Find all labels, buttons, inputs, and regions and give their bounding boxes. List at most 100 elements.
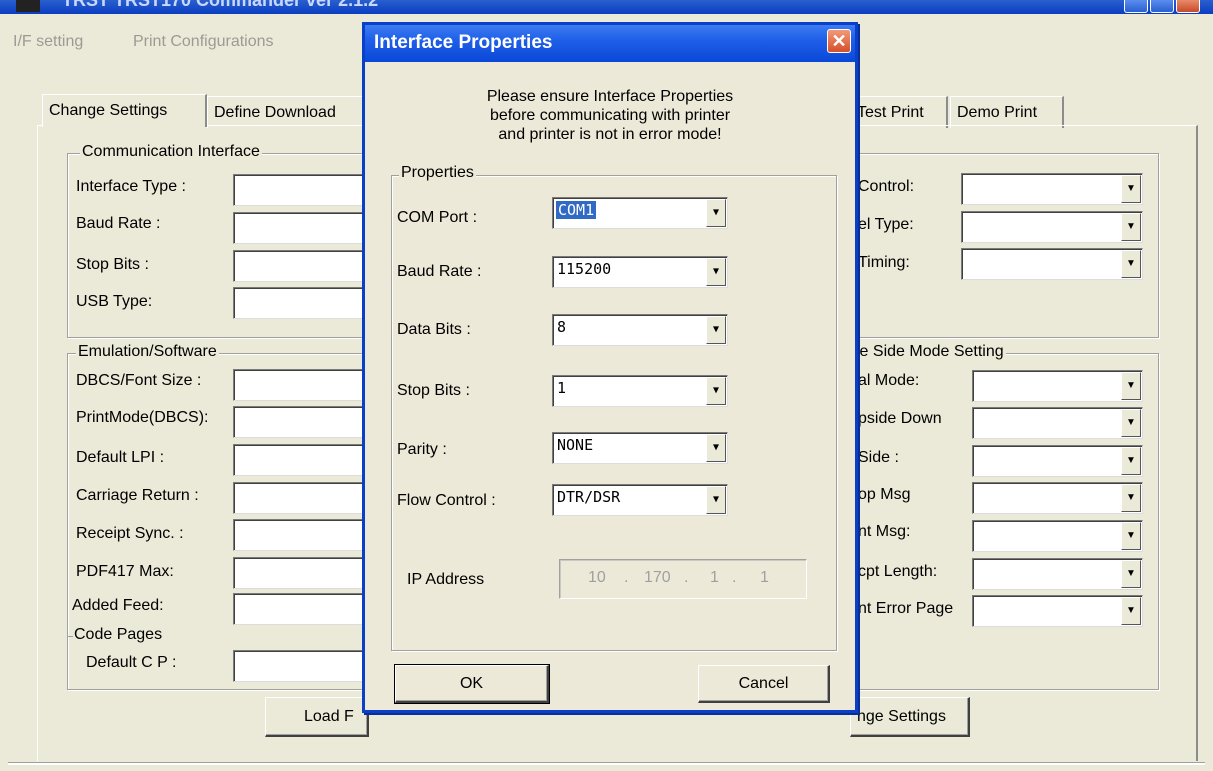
default-cp-field[interactable] bbox=[233, 650, 363, 682]
ip-octet-1: 10 bbox=[588, 569, 606, 586]
main-title-bar: TRST TRST170 Commander ver 2.1.2 bbox=[0, 0, 1213, 14]
baud-rate-field[interactable] bbox=[233, 212, 363, 244]
printmode-dbcs-label: PrintMode(DBCS): bbox=[76, 409, 209, 426]
tab-demo-print[interactable]: Demo Print bbox=[950, 96, 1064, 128]
upside-down-select[interactable]: ▼ bbox=[972, 407, 1143, 439]
data-bits-select[interactable]: 8 ▼ bbox=[552, 314, 728, 346]
added-feed-field[interactable] bbox=[233, 593, 363, 625]
ip-address-field: 10 . 170 . 1 . 1 bbox=[559, 559, 807, 599]
el-type-select[interactable]: ▼ bbox=[961, 211, 1143, 243]
data-bits-value: 8 bbox=[557, 318, 567, 336]
code-pages-divider bbox=[67, 636, 73, 637]
receipt-sync-label: Receipt Sync. : bbox=[76, 525, 184, 542]
timing-select[interactable]: ▼ bbox=[961, 248, 1143, 280]
receipt-sync-field[interactable] bbox=[233, 519, 363, 551]
minimize-icon[interactable] bbox=[1124, 0, 1148, 13]
stop-bits-label: Stop Bits : bbox=[397, 382, 470, 399]
properties-title: Properties bbox=[399, 164, 476, 182]
change-settings-button[interactable]: nge Settings bbox=[850, 697, 970, 737]
status-divider bbox=[8, 762, 1205, 765]
el-type-label: el Type: bbox=[858, 216, 914, 233]
maximize-icon[interactable] bbox=[1150, 0, 1174, 13]
flow-control-label: Flow Control : bbox=[397, 492, 496, 509]
side-select[interactable]: ▼ bbox=[972, 445, 1143, 477]
added-feed-label: Added Feed: bbox=[72, 597, 164, 614]
usb-type-field[interactable] bbox=[233, 287, 363, 319]
tab-define-download[interactable]: Define Download bbox=[207, 96, 365, 128]
emulation-software-title: Emulation/Software bbox=[76, 343, 219, 361]
baud-rate-select[interactable]: 115200 ▼ bbox=[552, 256, 728, 288]
stop-bits-label: Stop Bits : bbox=[76, 256, 149, 273]
default-lpi-label: Default LPI : bbox=[76, 449, 165, 466]
default-cp-label: Default C P : bbox=[86, 654, 177, 671]
chevron-down-icon: ▼ bbox=[706, 199, 726, 227]
chevron-down-icon: ▼ bbox=[1121, 447, 1141, 475]
nt-msg-select[interactable]: ▼ bbox=[972, 520, 1143, 552]
tab-change-settings[interactable]: Change Settings bbox=[42, 94, 207, 127]
stop-bits-value: 1 bbox=[557, 379, 567, 397]
menu-print-configurations[interactable]: Print Configurations bbox=[133, 33, 274, 51]
flow-control-value: DTR/DSR bbox=[557, 488, 621, 506]
chevron-down-icon: ▼ bbox=[1121, 484, 1141, 512]
chevron-down-icon: ▼ bbox=[1121, 372, 1141, 400]
com-port-value: COM1 bbox=[556, 201, 597, 219]
side-mode-setting-title: le Side Mode Setting bbox=[854, 343, 1006, 361]
data-bits-label: Data Bits : bbox=[397, 321, 471, 338]
ip-dot: . bbox=[732, 569, 737, 586]
control-label: Control: bbox=[858, 178, 915, 195]
app-icon bbox=[16, 0, 40, 12]
interface-properties-dialog: Interface Properties ✕ Please ensure Int… bbox=[362, 22, 858, 713]
upside-down-label: pside Down bbox=[858, 410, 942, 427]
op-msg-select[interactable]: ▼ bbox=[972, 482, 1143, 514]
nt-error-page-select[interactable]: ▼ bbox=[972, 595, 1143, 627]
pdf417-max-field[interactable] bbox=[233, 557, 363, 589]
load-button[interactable]: Load F bbox=[265, 697, 369, 737]
op-msg-label: op Msg bbox=[858, 486, 911, 503]
baud-rate-label: Baud Rate : bbox=[76, 215, 161, 232]
baud-rate-label: Baud Rate : bbox=[397, 263, 482, 280]
close-icon[interactable]: ✕ bbox=[827, 29, 851, 53]
nt-msg-label: nt Msg: bbox=[858, 523, 911, 540]
chevron-down-icon: ▼ bbox=[1121, 560, 1141, 588]
dialog-title-bar: Interface Properties ✕ bbox=[365, 25, 855, 62]
interface-type-label: Interface Type : bbox=[76, 178, 186, 195]
al-mode-label: al Mode: bbox=[858, 372, 920, 389]
dialog-title: Interface Properties bbox=[374, 32, 553, 53]
stop-bits-select[interactable]: 1 ▼ bbox=[552, 375, 728, 407]
chevron-down-icon: ▼ bbox=[706, 316, 726, 344]
carriage-return-field[interactable] bbox=[233, 482, 363, 514]
com-port-select[interactable]: COM1 ▼ bbox=[552, 197, 728, 229]
menu-if-setting[interactable]: I/F setting bbox=[13, 33, 83, 51]
chevron-down-icon: ▼ bbox=[706, 258, 726, 286]
ip-dot: . bbox=[684, 569, 689, 586]
com-port-label: COM Port : bbox=[397, 209, 478, 226]
ip-dot: . bbox=[624, 569, 629, 586]
close-icon[interactable] bbox=[1176, 0, 1200, 13]
flow-control-select[interactable]: DTR/DSR ▼ bbox=[552, 484, 728, 516]
control-select[interactable]: ▼ bbox=[961, 173, 1143, 205]
dialog-message: Please ensure Interface Properties befor… bbox=[486, 88, 734, 143]
chevron-down-icon: ▼ bbox=[1121, 175, 1141, 203]
parity-label: Parity : bbox=[397, 441, 447, 458]
usb-type-label: USB Type: bbox=[76, 293, 153, 310]
parity-select[interactable]: NONE ▼ bbox=[552, 432, 728, 464]
tab-test-print[interactable]: Test Print bbox=[850, 96, 948, 128]
code-pages-title: Code Pages bbox=[72, 626, 165, 644]
stop-bits-field[interactable] bbox=[233, 250, 363, 282]
baud-rate-value: 115200 bbox=[557, 260, 612, 278]
ok-button[interactable]: OK bbox=[394, 664, 550, 704]
printmode-dbcs-field[interactable] bbox=[233, 406, 363, 438]
cpt-length-select[interactable]: ▼ bbox=[972, 558, 1143, 590]
chevron-down-icon: ▼ bbox=[1121, 250, 1141, 278]
default-lpi-field[interactable] bbox=[233, 444, 363, 476]
chevron-down-icon: ▼ bbox=[706, 486, 726, 514]
cancel-button[interactable]: Cancel bbox=[698, 665, 830, 703]
main-window-title: TRST TRST170 Commander ver 2.1.2 bbox=[62, 0, 379, 10]
al-mode-select[interactable]: ▼ bbox=[972, 370, 1143, 402]
dbcs-font-size-field[interactable] bbox=[233, 369, 363, 401]
interface-type-field[interactable] bbox=[233, 174, 363, 206]
ip-octet-4: 1 bbox=[760, 569, 769, 586]
ip-octet-2: 170 bbox=[644, 569, 671, 586]
nt-error-page-label: nt Error Page bbox=[858, 600, 954, 617]
chevron-down-icon: ▼ bbox=[706, 377, 726, 405]
